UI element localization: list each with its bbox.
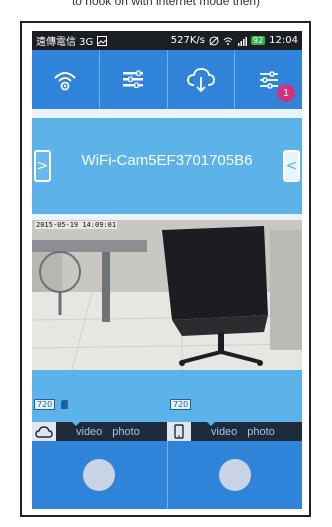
camera-name: WiFi-Cam5EF3701705B6 <box>81 152 253 169</box>
wifi-button[interactable] <box>32 50 100 109</box>
phone-video-tab[interactable]: video <box>211 426 237 438</box>
cloud-shutter-cell <box>32 441 168 509</box>
sd-card-icon <box>60 400 68 409</box>
cloud-resolution-row: 720 <box>34 399 68 410</box>
clock: 12:04 <box>269 35 298 46</box>
live-preview[interactable]: 2015-05-19 14:09:01 <box>32 220 302 370</box>
status-bar: 遠傳電信 3G 527K/s 92 12:04 <box>32 31 302 50</box>
phone-photo-tab[interactable]: photo <box>247 426 275 438</box>
preview-timestamp: 2015-05-19 14:09:01 <box>35 221 118 229</box>
wifi-signal-icon <box>223 36 233 46</box>
app-screen: 遠傳電信 3G 527K/s 92 12:04 1 > WiFi-Cam5EF3… <box>32 31 302 509</box>
phone-resolution-badge[interactable]: 720 <box>170 399 192 410</box>
shutter-area <box>32 441 302 509</box>
cloud-resolution-badge[interactable]: 720 <box>34 399 56 410</box>
carrier-label: 遠傳電信 3G <box>36 37 94 48</box>
next-camera-button[interactable]: < <box>283 150 300 182</box>
mode-bar: video photo video photo <box>32 422 302 441</box>
cloud-mode-marker <box>72 422 80 426</box>
camera-selector: > WiFi-Cam5EF3701705B6 < <box>32 118 302 214</box>
sliders-icon <box>259 70 278 89</box>
image-notification-icon <box>97 35 108 46</box>
cloud-download-button[interactable] <box>168 50 236 109</box>
phone-resolution-row: 720 <box>170 399 192 410</box>
preview-image <box>32 220 302 370</box>
cloud-shutter-button[interactable] <box>83 459 116 491</box>
phone-shutter-button[interactable] <box>218 459 251 491</box>
list-icon <box>123 70 144 88</box>
settings-button[interactable]: 1 <box>235 50 302 109</box>
network-speed: 527K/s <box>170 35 205 46</box>
phone-frame: 遠傳電信 3G 527K/s 92 12:04 1 > WiFi-Cam5EF3… <box>20 21 311 517</box>
notification-badge: 1 <box>277 84 295 102</box>
cloud-video-tab[interactable]: video <box>76 426 102 438</box>
cloud-icon[interactable] <box>32 422 56 441</box>
cell-signal-icon <box>237 36 247 46</box>
phone-mode-marker <box>207 422 215 426</box>
top-toolbar: 1 <box>32 50 302 109</box>
no-sync-icon <box>209 36 219 46</box>
wifi-icon <box>54 71 77 90</box>
caption-text: to hook on with internet mode then) <box>71 0 261 8</box>
cloud-photo-tab[interactable]: photo <box>112 426 140 438</box>
list-button[interactable] <box>100 50 168 109</box>
cloud-download-icon <box>186 67 215 92</box>
phone-mode-group: video photo <box>167 422 302 441</box>
cloud-mode-group: video photo <box>32 422 167 441</box>
battery-level: 92 <box>250 36 266 45</box>
phone-shutter-cell <box>168 441 303 509</box>
phone-icon[interactable] <box>167 422 191 441</box>
